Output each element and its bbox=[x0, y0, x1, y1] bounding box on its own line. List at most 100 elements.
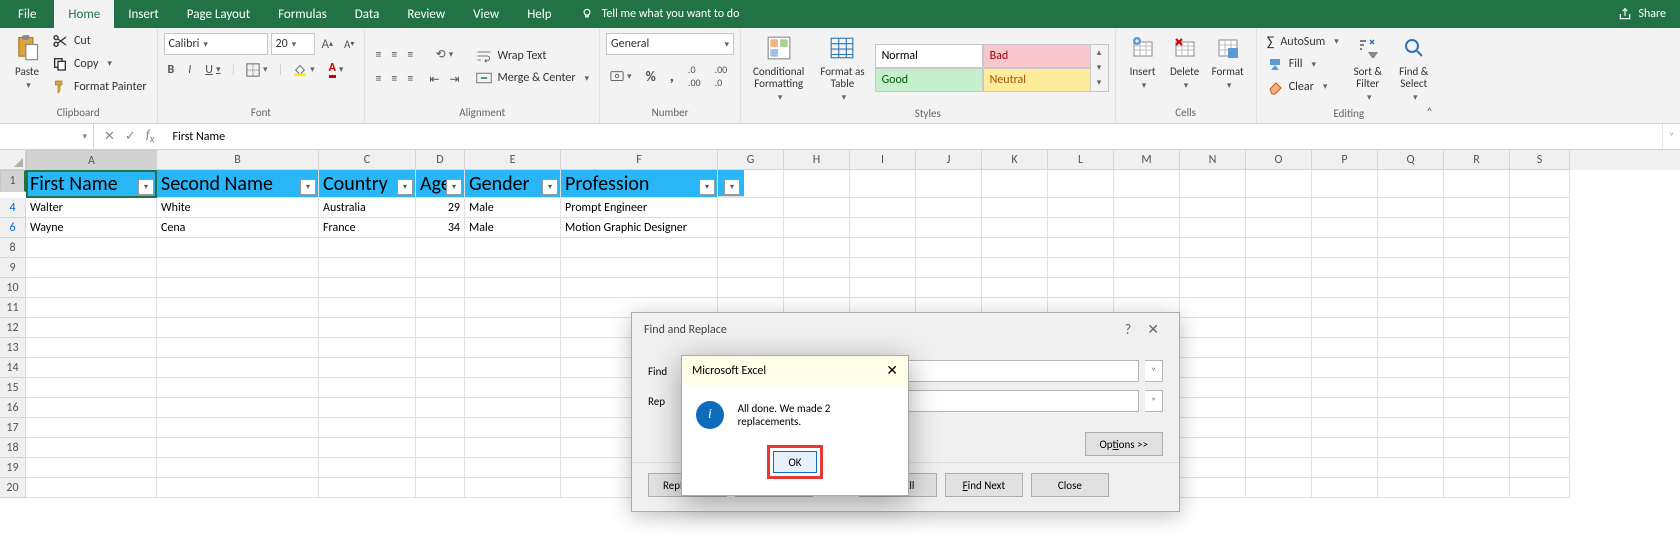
cell-N15[interactable] bbox=[1180, 378, 1246, 398]
cell-S19[interactable] bbox=[1510, 458, 1570, 478]
row-header-4[interactable]: 4 bbox=[0, 198, 26, 218]
row-header-13[interactable]: 13 bbox=[0, 338, 26, 358]
cell-R11[interactable] bbox=[1444, 298, 1510, 318]
cell-J8[interactable] bbox=[916, 238, 982, 258]
style-gallery-more[interactable]: ▴▾▾ bbox=[1091, 44, 1109, 92]
cell-M6[interactable] bbox=[1114, 218, 1180, 238]
cell-C13[interactable] bbox=[319, 338, 416, 358]
cell-R10[interactable] bbox=[1444, 278, 1510, 298]
find-select-button[interactable]: Find & Select▾ bbox=[1393, 30, 1435, 105]
cell-G9[interactable] bbox=[718, 258, 784, 278]
cell-C17[interactable] bbox=[319, 418, 416, 438]
cell-B10[interactable] bbox=[157, 278, 319, 298]
cell-A14[interactable] bbox=[26, 358, 157, 378]
cell-S13[interactable] bbox=[1510, 338, 1570, 358]
cell-R14[interactable] bbox=[1444, 358, 1510, 378]
tellme-search[interactable]: Tell me what you want to do bbox=[566, 0, 754, 28]
italic-button[interactable]: I bbox=[184, 61, 195, 79]
cell-N10[interactable] bbox=[1180, 278, 1246, 298]
cell-S8[interactable] bbox=[1510, 238, 1570, 258]
cell-M10[interactable] bbox=[1114, 278, 1180, 298]
cell-C9[interactable] bbox=[319, 258, 416, 278]
cell-E9[interactable] bbox=[465, 258, 561, 278]
font-color-button[interactable]: A▾ bbox=[325, 59, 348, 80]
cell-C20[interactable] bbox=[319, 478, 416, 498]
cell-O16[interactable] bbox=[1246, 398, 1312, 418]
cell-O8[interactable] bbox=[1246, 238, 1312, 258]
cell-E15[interactable] bbox=[465, 378, 561, 398]
conditional-formatting-button[interactable]: Conditional Formatting▾ bbox=[747, 30, 810, 105]
cell-O20[interactable] bbox=[1246, 478, 1312, 498]
cell-O17[interactable] bbox=[1246, 418, 1312, 438]
cell-R6[interactable] bbox=[1444, 218, 1510, 238]
cell-S18[interactable] bbox=[1510, 438, 1570, 458]
cell-I10[interactable] bbox=[850, 278, 916, 298]
cell-D19[interactable] bbox=[416, 458, 465, 478]
font-name-select[interactable]: Calibri▾ bbox=[164, 33, 268, 55]
cell-K10[interactable] bbox=[982, 278, 1048, 298]
header-cell-E[interactable]: Gender▾ bbox=[465, 170, 561, 198]
cell-C16[interactable] bbox=[319, 398, 416, 418]
cell-D13[interactable] bbox=[416, 338, 465, 358]
column-header-M[interactable]: M bbox=[1114, 150, 1180, 170]
row-header-9[interactable]: 9 bbox=[0, 258, 26, 278]
filter-button[interactable]: ▾ bbox=[699, 179, 715, 195]
row-header-12[interactable]: 12 bbox=[0, 318, 26, 338]
column-header-C[interactable]: C bbox=[319, 150, 416, 170]
alert-close-button[interactable]: ✕ bbox=[886, 362, 898, 379]
cell-H9[interactable] bbox=[784, 258, 850, 278]
cell-O10[interactable] bbox=[1246, 278, 1312, 298]
cell-H1[interactable] bbox=[784, 170, 850, 198]
cell-N18[interactable] bbox=[1180, 438, 1246, 458]
cell-L10[interactable] bbox=[1048, 278, 1114, 298]
tab-formulas[interactable]: Formulas bbox=[264, 0, 341, 28]
column-header-I[interactable]: I bbox=[850, 150, 916, 170]
cell-D10[interactable] bbox=[416, 278, 465, 298]
cell-S11[interactable] bbox=[1510, 298, 1570, 318]
cell-P9[interactable] bbox=[1312, 258, 1378, 278]
borders-button[interactable]: ▾ bbox=[242, 61, 272, 79]
cell-B11[interactable] bbox=[157, 298, 319, 318]
tab-review[interactable]: Review bbox=[393, 0, 459, 28]
cell-Q9[interactable] bbox=[1378, 258, 1444, 278]
cell-N12[interactable] bbox=[1180, 318, 1246, 338]
cell-J9[interactable] bbox=[916, 258, 982, 278]
header-cell-G[interactable]: ▾ bbox=[718, 170, 784, 198]
cell-A20[interactable] bbox=[26, 478, 157, 498]
cell-A13[interactable] bbox=[26, 338, 157, 358]
fx-button[interactable]: fx bbox=[146, 128, 155, 146]
row-header-14[interactable]: 14 bbox=[0, 358, 26, 378]
cell-P14[interactable] bbox=[1312, 358, 1378, 378]
cell-I1[interactable] bbox=[850, 170, 916, 198]
cell-A15[interactable] bbox=[26, 378, 157, 398]
align-center-button[interactable]: ≡ bbox=[387, 70, 401, 88]
cell-A19[interactable] bbox=[26, 458, 157, 478]
cell-Q4[interactable] bbox=[1378, 198, 1444, 218]
cell-J1[interactable] bbox=[916, 170, 982, 198]
enter-formula-button[interactable]: ✓ bbox=[125, 129, 136, 144]
cell-I4[interactable] bbox=[850, 198, 916, 218]
cell-N16[interactable] bbox=[1180, 398, 1246, 418]
cell-G8[interactable] bbox=[718, 238, 784, 258]
header-cell-B[interactable]: Second Name▾ bbox=[157, 170, 319, 198]
cancel-formula-button[interactable]: ✕ bbox=[104, 129, 115, 144]
cell-O9[interactable] bbox=[1246, 258, 1312, 278]
cell-H8[interactable] bbox=[784, 238, 850, 258]
row-header-17[interactable]: 17 bbox=[0, 418, 26, 438]
cell-O1[interactable] bbox=[1246, 170, 1312, 198]
cell-N13[interactable] bbox=[1180, 338, 1246, 358]
cell-E16[interactable] bbox=[465, 398, 561, 418]
cut-button[interactable]: Cut bbox=[48, 32, 151, 50]
cell-B12[interactable] bbox=[157, 318, 319, 338]
cell-E20[interactable] bbox=[465, 478, 561, 498]
cell-D14[interactable] bbox=[416, 358, 465, 378]
align-right-button[interactable]: ≡ bbox=[403, 70, 417, 88]
column-header-E[interactable]: E bbox=[465, 150, 561, 170]
insert-cells-button[interactable]: Insert▾ bbox=[1122, 30, 1164, 93]
cell-S1[interactable] bbox=[1510, 170, 1570, 198]
cell-P20[interactable] bbox=[1312, 478, 1378, 498]
cell-D12[interactable] bbox=[416, 318, 465, 338]
column-header-S[interactable]: S bbox=[1510, 150, 1570, 170]
cell-C6[interactable]: France bbox=[319, 218, 416, 238]
cell-E13[interactable] bbox=[465, 338, 561, 358]
